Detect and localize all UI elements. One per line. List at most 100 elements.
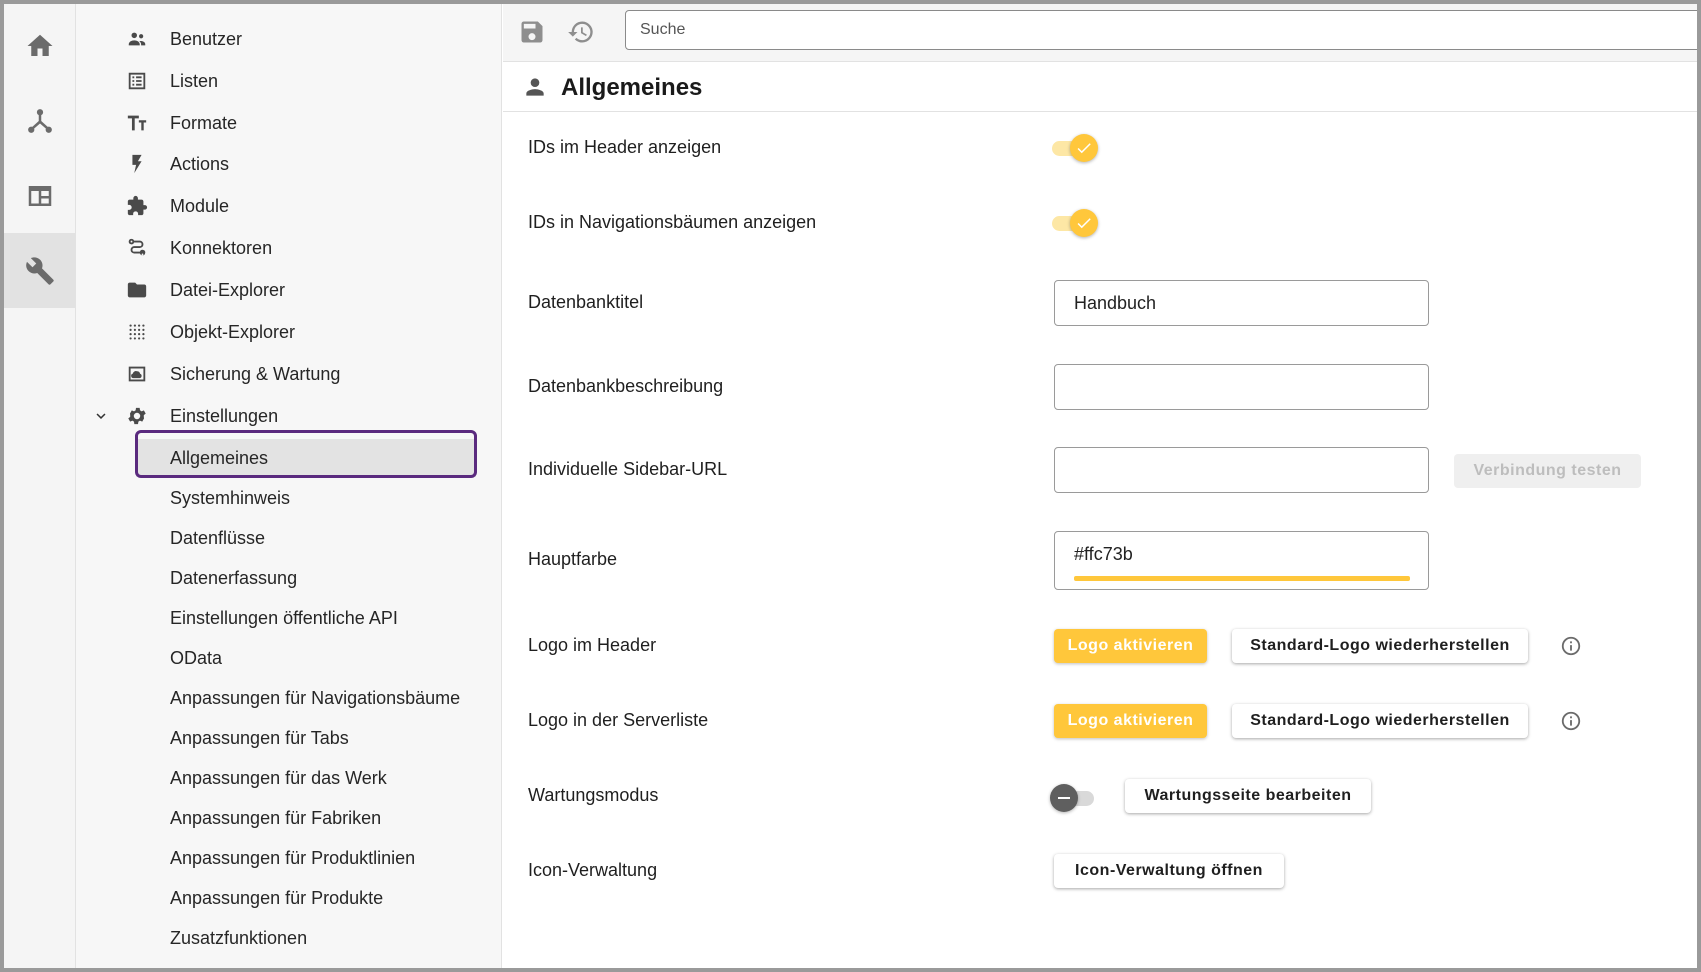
maintenance-label: Wartungsmodus: [528, 785, 659, 805]
person-icon: [526, 78, 544, 96]
sidebar-item-listen[interactable]: Listen: [76, 60, 502, 102]
section-header: Allgemeines: [503, 63, 1697, 112]
rail-admin[interactable]: [4, 233, 76, 308]
ids-header-label: IDs im Header anzeigen: [528, 137, 722, 157]
gear-icon: [126, 405, 148, 427]
sidebar-item-label: Actions: [170, 153, 230, 174]
edit-maintenance-page-button[interactable]: Wartungsseite bearbeiten: [1125, 779, 1371, 813]
sidebar-item-formate[interactable]: Formate: [76, 102, 502, 144]
nav-rail: [4, 4, 76, 968]
logo-serverlist-restore-button[interactable]: Standard-Logo wiederherstellen: [1232, 704, 1528, 738]
maintenance-toggle[interactable]: [1050, 784, 1098, 812]
sidebar-item-label: Datei-Explorer: [170, 279, 286, 300]
toggle-knob: [1070, 209, 1098, 237]
sidebar-item-label: Konnektoren: [170, 237, 273, 258]
ids-nav-label: IDs in Navigationsbäumen anzeigen: [528, 212, 817, 232]
sidebar-subitem-werk[interactable]: Anpassungen für das Werk: [136, 759, 476, 797]
sidebar-subitem-datenerfassung[interactable]: Datenerfassung: [136, 559, 476, 597]
folder-icon: [126, 279, 148, 301]
sidebar-subitem-fabriken[interactable]: Anpassungen für Fabriken: [136, 799, 476, 837]
sidebar-item-label: Sicherung & Wartung: [170, 363, 341, 384]
sidebar-subitem-label: Einstellungen öffentliche API: [170, 607, 398, 628]
open-icon-management-button[interactable]: Icon-Verwaltung öffnen: [1054, 854, 1284, 888]
wrench-icon: [26, 256, 54, 285]
sidebar-item-label: Module: [170, 195, 230, 216]
sidebar-item-module[interactable]: Module: [76, 185, 502, 227]
info-icon[interactable]: [1560, 635, 1582, 657]
sidebar-item-datei-explorer[interactable]: Datei-Explorer: [76, 269, 502, 311]
toggle-knob: [1070, 134, 1098, 162]
main-color-label: Hauptfarbe: [528, 549, 618, 569]
sidebar-url-input[interactable]: [1054, 447, 1429, 493]
rail-home[interactable]: [4, 8, 76, 83]
route-icon: [126, 237, 148, 259]
sidebar-subitem-produkte[interactable]: Anpassungen für Produkte: [136, 879, 476, 917]
backup-icon: [126, 363, 148, 385]
sidebar-subitem-label: Systemhinweis: [170, 487, 291, 508]
ids-header-toggle[interactable]: [1050, 134, 1098, 162]
sidebar-url-label: Individuelle Sidebar-URL: [528, 459, 728, 479]
logo-header-restore-button[interactable]: Standard-Logo wiederherstellen: [1232, 629, 1528, 663]
sidebar-subitem-odata[interactable]: OData: [136, 639, 476, 677]
home-icon: [27, 34, 53, 56]
sidebar-subitem-label: Anpassungen für Tabs: [170, 727, 349, 748]
sidebar-item-objekt-explorer[interactable]: Objekt-Explorer: [76, 311, 502, 353]
check-icon: [1077, 143, 1091, 154]
main-color-value: #ffc73b: [1074, 544, 1133, 564]
history-button[interactable]: [563, 14, 599, 50]
db-desc-input[interactable]: [1054, 364, 1429, 410]
users-icon: [126, 28, 148, 50]
rail-layout[interactable]: [4, 158, 76, 233]
sidebar-subitem-label: Anpassungen für Fabriken: [170, 807, 382, 828]
logo-serverlist-activate-button[interactable]: Logo aktivieren: [1054, 704, 1207, 738]
save-button[interactable]: [514, 14, 550, 50]
icon-management-label: Icon-Verwaltung: [528, 860, 658, 880]
sidebar-subitem-tabs[interactable]: Anpassungen für Tabs: [136, 719, 476, 757]
sidebar-subitem-label: Anpassungen für Produktlinien: [170, 847, 416, 868]
app-window: Benutzer Listen Formate Actions Module K…: [4, 4, 1697, 968]
sidebar-subitem-zusatzfunktionen[interactable]: Zusatzfunktionen: [136, 919, 476, 957]
rail-structure[interactable]: [4, 83, 76, 158]
sidebar-item-benutzer[interactable]: Benutzer: [76, 18, 502, 60]
sidebar-item-label: Benutzer: [170, 28, 243, 49]
logo-header-activate-button[interactable]: Logo aktivieren: [1054, 629, 1207, 663]
sidebar-item-label: Listen: [170, 70, 219, 91]
db-title-label: Datenbanktitel: [528, 292, 644, 312]
sidebar-subitem-label: Anpassungen für Navigationsbäume: [170, 687, 461, 708]
sidebar-subitem-systemhinweis[interactable]: Systemhinweis: [136, 479, 476, 517]
sidebar-subitem-datenfluesse[interactable]: Datenflüsse: [136, 519, 476, 557]
dots-grid-icon: [126, 321, 148, 343]
ids-nav-toggle[interactable]: [1050, 209, 1098, 237]
sidebar-item-label: Formate: [170, 112, 238, 133]
puzzle-icon: [126, 195, 148, 217]
sidebar-subitem-label: OData: [170, 647, 223, 668]
logo-header-label: Logo im Header: [528, 635, 657, 655]
sidebar-subitem-label: Datenflüsse: [170, 527, 266, 548]
db-title-input[interactable]: [1054, 280, 1429, 326]
sidebar-item-actions[interactable]: Actions: [76, 143, 502, 185]
sidebar-subitem-label: Anpassungen für das Werk: [170, 767, 387, 788]
toolbar: [503, 4, 1697, 62]
test-connection-button[interactable]: Verbindung testen: [1454, 454, 1641, 488]
main-color-input[interactable]: #ffc73b: [1054, 531, 1429, 590]
list-icon: [126, 70, 148, 92]
sidebar-subitem-label: Datenerfassung: [170, 567, 298, 588]
history-icon: [568, 21, 593, 43]
sidebar-item-label: Objekt-Explorer: [170, 321, 296, 342]
settings-sidebar: Benutzer Listen Formate Actions Module K…: [76, 4, 502, 968]
db-desc-label: Datenbankbeschreibung: [528, 376, 724, 396]
toggle-knob: [1050, 784, 1078, 812]
search-input[interactable]: [625, 10, 1697, 50]
info-icon[interactable]: [1560, 710, 1582, 732]
save-icon: [521, 21, 543, 43]
chevron-down-icon[interactable]: [92, 407, 110, 425]
sidebar-item-konnektoren[interactable]: Konnektoren: [76, 227, 502, 269]
sidebar-item-sicherung[interactable]: Sicherung & Wartung: [76, 353, 502, 395]
page-title: Allgemeines: [561, 74, 703, 101]
sidebar-subitem-label: Zusatzfunktionen: [170, 927, 308, 948]
sidebar-subitem-api[interactable]: Einstellungen öffentliche API: [136, 599, 476, 637]
sidebar-subitem-navigationsbaeume[interactable]: Anpassungen für Navigationsbäume: [136, 679, 476, 717]
sidebar-subitem-produktlinien[interactable]: Anpassungen für Produktlinien: [136, 839, 476, 877]
sidebar-item-label: Einstellungen: [170, 405, 279, 426]
text-format-icon: [126, 112, 148, 134]
